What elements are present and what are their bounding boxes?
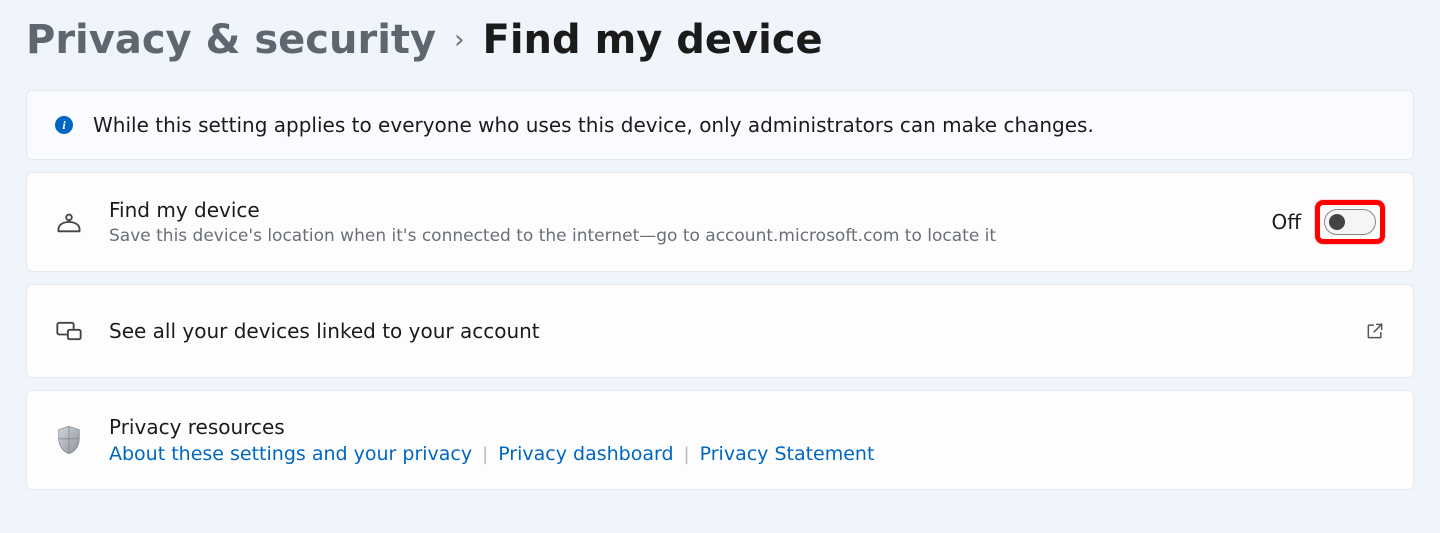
setting-title: Find my device (109, 198, 1245, 222)
link-privacy-statement[interactable]: Privacy Statement (700, 443, 875, 465)
info-banner: i While this setting applies to everyone… (26, 90, 1414, 160)
setting-body: Find my device Save this device's locati… (109, 198, 1245, 246)
toggle-knob (1329, 214, 1345, 230)
breadcrumb: Privacy & security › Find my device (26, 20, 1414, 60)
privacy-resources-row: Privacy resources About these settings a… (26, 390, 1414, 490)
find-my-device-toggle[interactable] (1324, 209, 1376, 235)
shield-icon (55, 424, 83, 456)
setting-description: Save this device's location when it's co… (109, 226, 1245, 246)
link-about-settings[interactable]: About these settings and your privacy (109, 443, 472, 465)
info-icon: i (55, 116, 73, 134)
divider: | (684, 444, 690, 465)
breadcrumb-parent[interactable]: Privacy & security (26, 20, 436, 60)
see-all-devices-link[interactable]: See all your devices linked to your acco… (26, 284, 1414, 378)
location-map-icon (55, 208, 83, 236)
toggle-state-label: Off (1271, 210, 1301, 234)
see-all-devices-label: See all your devices linked to your acco… (109, 319, 1339, 343)
find-my-device-row: Find my device Save this device's locati… (26, 172, 1414, 272)
resources-links: About these settings and your privacy | … (109, 443, 874, 465)
toggle-group: Off (1271, 200, 1385, 244)
devices-icon (55, 317, 83, 345)
link-privacy-dashboard[interactable]: Privacy dashboard (498, 443, 673, 465)
page-title: Find my device (483, 20, 823, 60)
divider: | (482, 444, 488, 465)
resources-body: Privacy resources About these settings a… (109, 415, 874, 465)
info-banner-text: While this setting applies to everyone w… (93, 113, 1094, 137)
open-external-icon (1365, 321, 1385, 341)
resources-title: Privacy resources (109, 415, 874, 439)
chevron-right-icon: › (454, 25, 464, 55)
toggle-highlight-box (1315, 200, 1385, 244)
